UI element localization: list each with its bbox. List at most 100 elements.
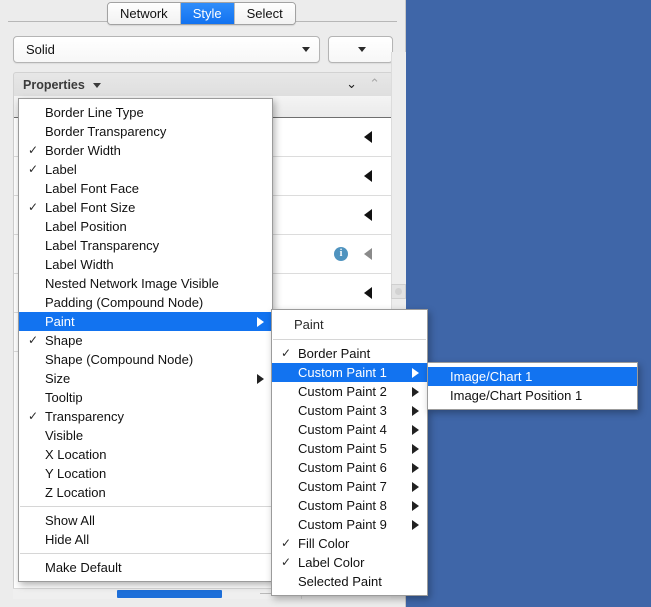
menu-item-padding-compound-node[interactable]: Padding (Compound Node): [19, 293, 272, 312]
menu-item-fill-color[interactable]: ✓Fill Color: [272, 534, 427, 553]
menu-item-label: Label Color: [298, 555, 365, 570]
chevron-down-icon[interactable]: [93, 83, 101, 88]
menu-item-label: Custom Paint 1: [298, 365, 387, 380]
triangle-left-icon[interactable]: [364, 170, 372, 182]
triangle-left-icon[interactable]: [364, 209, 372, 221]
double-chevron-up-icon[interactable]: ⌃: [369, 78, 380, 92]
menu-item-z-location[interactable]: Z Location: [19, 483, 272, 502]
menu-item-label-color[interactable]: ✓Label Color: [272, 553, 427, 572]
properties-header[interactable]: Properties ⌄ ⌃: [13, 72, 393, 98]
menu-item-transparency[interactable]: ✓Transparency: [19, 407, 272, 426]
properties-menu-group-default: Make Default: [19, 558, 272, 577]
paint-submenu-items: ✓Border Paint Custom Paint 1 Custom Paint …: [272, 344, 427, 591]
menu-item-custom-paint-9[interactable]: Custom Paint 9: [272, 515, 427, 534]
resize-grip[interactable]: [391, 284, 406, 299]
menu-item-custom-paint-5[interactable]: Custom Paint 5: [272, 439, 427, 458]
menu-item-label: Label Font Face: [45, 181, 139, 196]
menu-item-label: Tooltip: [45, 390, 83, 405]
menu-item-visible[interactable]: Visible: [19, 426, 272, 445]
check-icon: ✓: [28, 407, 38, 426]
tab-select[interactable]: Select: [235, 3, 295, 24]
menu-item-shape[interactable]: ✓Shape: [19, 331, 272, 350]
menu-item-label-position[interactable]: Label Position: [19, 217, 272, 236]
menu-item-label: Image/Chart 1: [450, 369, 532, 384]
properties-menu-group-bulk: Show AllHide All: [19, 511, 272, 549]
menu-item-selected-paint[interactable]: Selected Paint: [272, 572, 427, 591]
submenu-arrow-icon: [412, 520, 419, 530]
menu-item-label: Custom Paint 5: [298, 441, 387, 456]
tab-network[interactable]: Network: [108, 3, 181, 24]
menu-item-nested-network-image-visible[interactable]: Nested Network Image Visible: [19, 274, 272, 293]
menu-item-size[interactable]: Size: [19, 369, 272, 388]
double-chevron-down-icon[interactable]: ⌄: [346, 78, 357, 92]
menu-item-label: Size: [45, 371, 70, 386]
submenu-arrow-icon: [257, 317, 264, 327]
menu-item-custom-paint-3[interactable]: Custom Paint 3: [272, 401, 427, 420]
menu-item-custom-paint-1[interactable]: Custom Paint 1: [272, 363, 427, 382]
image-chart-submenu-items: Image/Chart 1 Image/Chart Position 1: [428, 367, 637, 405]
submenu-arrow-icon: [412, 501, 419, 511]
menu-separator: [20, 506, 271, 507]
scrollbar-thumb[interactable]: [117, 590, 222, 598]
menu-item-label: Z Location: [45, 485, 106, 500]
style-options-button[interactable]: [328, 36, 393, 63]
menu-item-label: Label: [45, 162, 77, 177]
triangle-left-icon[interactable]: [364, 131, 372, 143]
chevron-down-icon: [302, 47, 310, 52]
properties-context-menu[interactable]: Border Line TypeBorder Transparency✓Bord…: [18, 98, 273, 582]
check-icon: ✓: [28, 198, 38, 217]
menu-item-label: Fill Color: [298, 536, 349, 551]
visual-style-value: Solid: [26, 37, 55, 62]
menu-item-label-font-size[interactable]: ✓Label Font Size: [19, 198, 272, 217]
menu-item-image-chart-position-1[interactable]: Image/Chart Position 1: [428, 386, 637, 405]
menu-item-custom-paint-4[interactable]: Custom Paint 4: [272, 420, 427, 439]
menu-item-label: Image/Chart Position 1: [450, 388, 582, 403]
menu-item-label: Custom Paint 8: [298, 498, 387, 513]
menu-item-label: Make Default: [45, 560, 122, 575]
info-icon[interactable]: i: [334, 247, 348, 261]
menu-item-x-location[interactable]: X Location: [19, 445, 272, 464]
menu-item-label: Y Location: [45, 466, 106, 481]
menu-item-image-chart-1[interactable]: Image/Chart 1: [428, 367, 637, 386]
menu-item-tooltip[interactable]: Tooltip: [19, 388, 272, 407]
menu-item-label: Custom Paint 2: [298, 384, 387, 399]
menu-item-label: Border Width: [45, 143, 121, 158]
menu-item-label: Paint: [45, 314, 75, 329]
triangle-left-icon[interactable]: [364, 287, 372, 299]
tab-style[interactable]: Style: [181, 3, 235, 24]
tab-group[interactable]: NetworkStyleSelect: [107, 2, 296, 25]
visual-style-dropdown[interactable]: Solid: [13, 36, 320, 63]
submenu-arrow-icon: [412, 387, 419, 397]
menu-item-hide-all[interactable]: Hide All: [19, 530, 272, 549]
menu-item-label-transparency[interactable]: Label Transparency: [19, 236, 272, 255]
menu-item-label: Padding (Compound Node): [45, 295, 203, 310]
menu-item-label: Nested Network Image Visible: [45, 276, 219, 291]
menu-item-border-transparency[interactable]: Border Transparency: [19, 122, 272, 141]
paint-submenu-title: Paint: [272, 314, 427, 335]
menu-item-label-font-face[interactable]: Label Font Face: [19, 179, 272, 198]
menu-item-label-width[interactable]: Label Width: [19, 255, 272, 274]
menu-item-label[interactable]: ✓Label: [19, 160, 272, 179]
menu-item-border-line-type[interactable]: Border Line Type: [19, 103, 272, 122]
menu-item-label: Custom Paint 9: [298, 517, 387, 532]
menu-item-shape-compound-node[interactable]: Shape (Compound Node): [19, 350, 272, 369]
menu-item-label: Label Transparency: [45, 238, 159, 253]
paint-submenu[interactable]: Paint ✓Border Paint Custom Paint 1 Custom …: [271, 309, 428, 596]
submenu-arrow-icon: [412, 368, 419, 378]
menu-item-border-paint[interactable]: ✓Border Paint: [272, 344, 427, 363]
menu-item-custom-paint-7[interactable]: Custom Paint 7: [272, 477, 427, 496]
menu-item-custom-paint-8[interactable]: Custom Paint 8: [272, 496, 427, 515]
menu-item-custom-paint-2[interactable]: Custom Paint 2: [272, 382, 427, 401]
check-icon: ✓: [28, 141, 38, 160]
triangle-left-icon[interactable]: [364, 248, 372, 260]
menu-item-show-all[interactable]: Show All: [19, 511, 272, 530]
menu-item-custom-paint-6[interactable]: Custom Paint 6: [272, 458, 427, 477]
style-selector-row: Solid: [13, 36, 391, 61]
menu-item-paint[interactable]: Paint: [19, 312, 272, 331]
menu-separator: [20, 553, 271, 554]
menu-item-border-width[interactable]: ✓ Border Width: [19, 141, 272, 160]
menu-item-make-default[interactable]: Make Default: [19, 558, 272, 577]
menu-item-label: Shape: [45, 333, 83, 348]
menu-item-y-location[interactable]: Y Location: [19, 464, 272, 483]
image-chart-submenu[interactable]: Image/Chart 1 Image/Chart Position 1: [427, 362, 638, 410]
